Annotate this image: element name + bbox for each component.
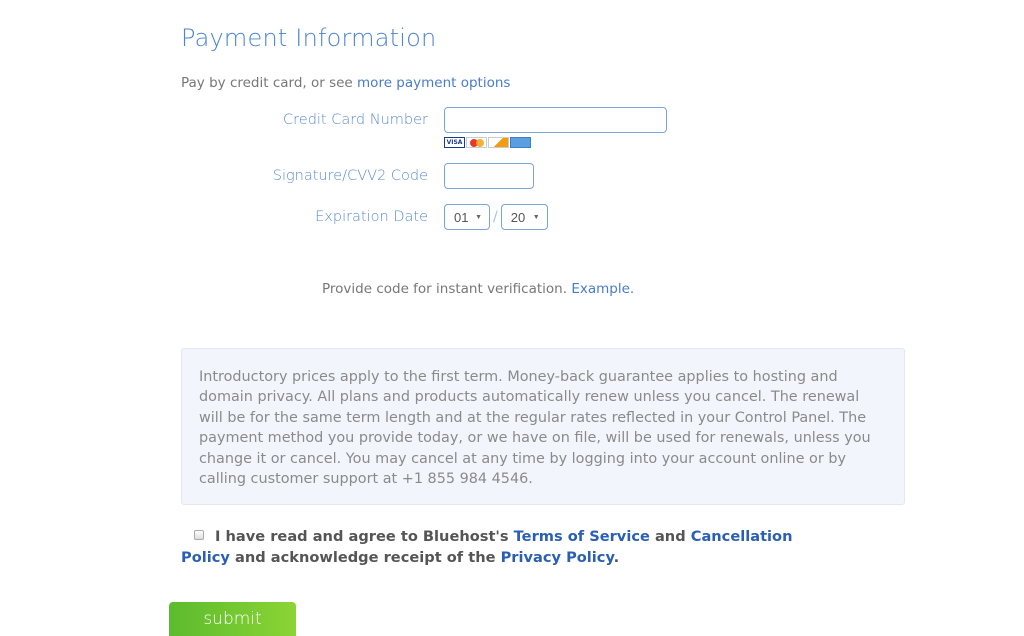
payment-page: Payment Information Pay by credit card, … (0, 0, 1024, 636)
submit-button[interactable]: submit (169, 602, 296, 636)
year-value: 20 (510, 209, 526, 225)
credit-card-label: Credit Card Number (283, 112, 428, 128)
discover-icon (488, 137, 509, 148)
visa-icon: VISA (444, 137, 465, 148)
expiration-row: Expiration Date 01 ▼ / 20 ▼ (0, 204, 548, 230)
agree-text-3: and acknowledge receipt of the (229, 549, 501, 566)
privacy-policy-link[interactable]: Privacy Policy (501, 549, 614, 566)
cvv-label: Signature/CVV2 Code (272, 168, 428, 184)
credit-card-input[interactable] (444, 107, 667, 133)
page-title: Payment Information (181, 24, 437, 52)
agree-text-2: and (649, 528, 691, 545)
cvv-row: Signature/CVV2 Code (0, 163, 534, 189)
verification-text: Provide code for instant verification. E… (322, 281, 634, 297)
renewal-notice: Introductory prices apply to the first t… (181, 348, 905, 505)
chevron-down-icon: ▼ (532, 213, 540, 221)
chevron-down-icon: ▼ (475, 213, 482, 221)
more-payment-options-link[interactable]: more payment options (357, 75, 510, 91)
card-logos: VISA (444, 137, 531, 148)
mastercard-icon (466, 137, 487, 148)
credit-card-row: Credit Card Number (0, 107, 667, 133)
payment-subtitle: Pay by credit card, or see more payment … (181, 75, 510, 91)
date-separator: / (493, 209, 498, 225)
amex-icon (510, 137, 531, 148)
terms-of-service-link[interactable]: Terms of Service (514, 528, 650, 545)
subtitle-text: Pay by credit card, or see (181, 75, 358, 91)
example-link[interactable]: Example. (571, 281, 634, 297)
terms-agreement: I have read and agree to Bluehost's Term… (181, 526, 841, 568)
expiration-label: Expiration Date (315, 209, 428, 225)
agree-checkbox[interactable] (194, 530, 204, 540)
agree-text-4: . (613, 549, 620, 566)
verification-message: Provide code for instant verification. (322, 281, 572, 297)
agree-text-1: I have read and agree to Bluehost's (215, 528, 514, 545)
expiration-year-select[interactable]: 20 ▼ (500, 204, 548, 230)
expiration-month-select[interactable]: 01 ▼ (444, 204, 490, 230)
cvv-input[interactable] (444, 163, 534, 189)
month-value: 01 (454, 209, 469, 225)
